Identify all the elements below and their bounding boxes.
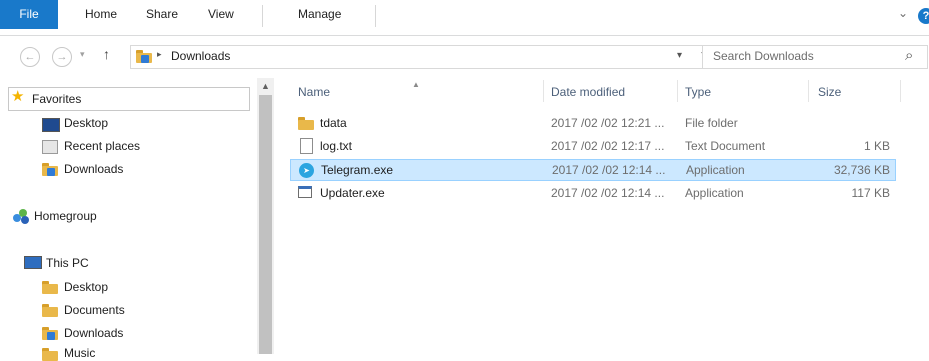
breadcrumb-separator[interactable]: ▸	[157, 49, 162, 60]
music-folder-icon	[42, 348, 58, 361]
file-name[interactable]: tdata	[320, 112, 347, 134]
nav-favorites[interactable]: Favorites	[32, 92, 81, 106]
star-icon: ★	[11, 88, 25, 105]
file-row-tdata[interactable]: tdata 2017 /02 /02 12:21 ... File folder	[290, 112, 896, 134]
scroll-thumb[interactable]	[259, 95, 272, 354]
file-size: 1 KB	[863, 139, 890, 153]
sort-ascending-icon: ▲	[412, 80, 420, 89]
column-separator[interactable]	[677, 80, 678, 102]
file-name[interactable]: Telegram.exe	[321, 159, 393, 181]
nav-pc-music[interactable]: Music	[64, 346, 95, 360]
file-date: 2017 /02 /02 12:21 ...	[551, 116, 665, 130]
ribbon	[0, 0, 929, 36]
expand-ribbon-icon[interactable]: ⌄	[898, 6, 908, 20]
help-icon[interactable]: ?	[918, 8, 929, 24]
folder-icon	[298, 117, 314, 130]
nav-pc-documents[interactable]: Documents	[64, 303, 125, 317]
nav-homegroup[interactable]: Homegroup	[34, 209, 97, 223]
file-type: Application	[686, 163, 745, 177]
column-separator[interactable]	[808, 80, 809, 102]
back-button[interactable]: ←	[20, 47, 40, 67]
downloads-folder-icon	[42, 163, 58, 176]
downloads-folder-icon	[136, 50, 152, 63]
tab-separator	[375, 5, 376, 27]
documents-folder-icon	[42, 304, 58, 317]
nav-pc-downloads[interactable]: Downloads	[64, 326, 123, 340]
search-input[interactable]: Search Downloads	[713, 49, 814, 63]
file-row-log[interactable]: log.txt 2017 /02 /02 12:17 ... Text Docu…	[290, 135, 896, 157]
tab-separator	[262, 5, 263, 27]
tab-home[interactable]: Home	[85, 0, 117, 29]
forward-button[interactable]: →	[52, 47, 72, 67]
column-separator[interactable]	[900, 80, 901, 102]
file-type: Application	[685, 186, 744, 200]
nav-this-pc[interactable]: This PC	[46, 256, 89, 270]
downloads-folder-icon	[42, 327, 58, 340]
nav-recent-places[interactable]: Recent places	[64, 139, 140, 153]
file-date: 2017 /02 /02 12:14 ...	[552, 163, 666, 177]
nav-favorite-downloads[interactable]: Downloads	[64, 162, 123, 176]
file-row-updater[interactable]: Updater.exe 2017 /02 /02 12:14 ... Appli…	[290, 182, 896, 204]
file-date: 2017 /02 /02 12:14 ...	[551, 186, 665, 200]
tab-share[interactable]: Share	[146, 0, 178, 29]
file-type: File folder	[685, 116, 738, 130]
file-size: 32,736 KB	[833, 163, 890, 177]
application-icon	[298, 186, 312, 198]
recent-places-icon	[42, 140, 58, 154]
column-header-name[interactable]: Name	[298, 85, 330, 99]
file-name[interactable]: Updater.exe	[320, 182, 385, 204]
desktop-icon	[42, 118, 60, 132]
file-size: 117 KB	[851, 186, 890, 200]
file-name[interactable]: log.txt	[320, 135, 352, 157]
folder-icon	[42, 281, 58, 294]
computer-icon	[24, 256, 42, 269]
recent-locations-icon[interactable]: ▾	[80, 49, 85, 60]
search-box[interactable]: Search Downloads ⌕	[702, 45, 928, 69]
tab-view[interactable]: View	[208, 0, 234, 29]
text-file-icon	[300, 138, 313, 154]
file-date: 2017 /02 /02 12:17 ...	[551, 139, 665, 153]
search-icon[interactable]: ⌕	[905, 47, 913, 64]
file-type: Text Document	[685, 139, 766, 153]
telegram-icon: ➤	[299, 163, 314, 178]
tab-file[interactable]: File	[0, 0, 58, 29]
address-dropdown-icon[interactable]: ▾	[677, 50, 682, 61]
column-header-type[interactable]: Type	[685, 85, 711, 99]
up-button[interactable]: ↑	[103, 46, 110, 62]
tab-manage[interactable]: Manage	[298, 0, 341, 29]
column-header-date[interactable]: Date modified	[551, 85, 625, 99]
address-bar[interactable]: ▸ Downloads ▾	[130, 45, 697, 69]
scroll-up-icon[interactable]: ▲	[257, 78, 274, 95]
nav-favorite-desktop[interactable]: Desktop	[64, 116, 108, 130]
column-separator[interactable]	[543, 80, 544, 102]
breadcrumb-downloads[interactable]: Downloads	[171, 49, 230, 63]
file-row-telegram[interactable]: ➤ Telegram.exe 2017 /02 /02 12:14 ... Ap…	[290, 159, 896, 181]
nav-pc-desktop[interactable]: Desktop	[64, 280, 108, 294]
column-header-size[interactable]: Size	[818, 85, 841, 99]
